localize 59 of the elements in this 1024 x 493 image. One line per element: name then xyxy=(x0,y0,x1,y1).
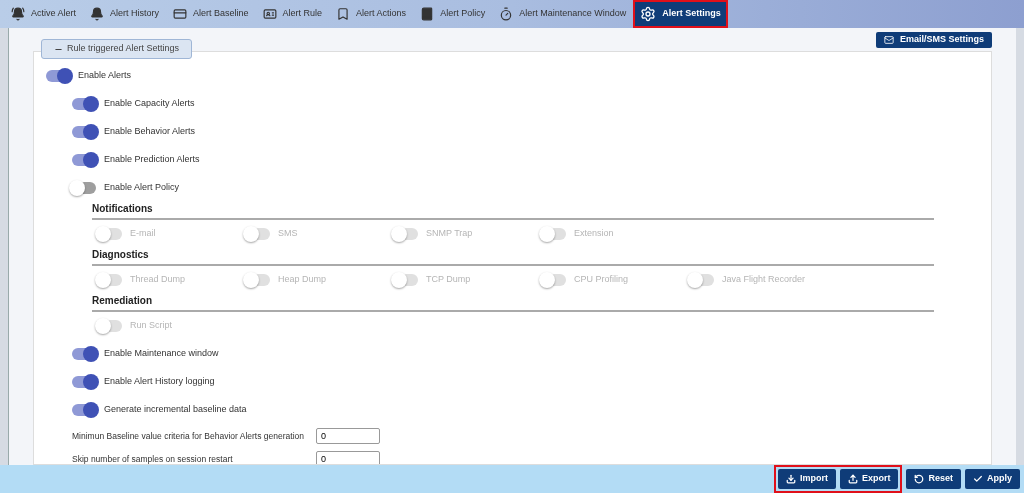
tab[interactable]: Alert Settings xyxy=(633,0,728,28)
number-field[interactable]: 0 xyxy=(316,427,380,444)
toggle-label: Thread Dump xyxy=(130,273,186,287)
section-heading: Remediation xyxy=(92,294,934,312)
export-button[interactable]: Export xyxy=(839,469,899,489)
card-icon xyxy=(173,7,188,21)
toggle-label: Heap Dump xyxy=(278,273,327,287)
toggle-switch[interactable] xyxy=(72,98,96,110)
tab[interactable]: Alert Baseline xyxy=(166,0,256,28)
toggle-switch[interactable] xyxy=(72,376,96,388)
toggle-label: TCP Dump xyxy=(426,273,471,287)
book-icon xyxy=(420,7,435,21)
toggle-label: SNMP Trap xyxy=(426,227,473,241)
toggle-switch[interactable] xyxy=(72,126,96,138)
toggle-label: Enable Maintenance window xyxy=(104,347,219,361)
toggle-label: Enable Alert History logging xyxy=(104,375,215,389)
download-icon xyxy=(785,474,796,484)
email-sms-settings-button[interactable]: Email/SMS Settings xyxy=(875,32,992,48)
id-card-icon xyxy=(262,7,277,21)
tab[interactable]: Alert Policy xyxy=(413,0,493,28)
toggle-label: Enable Alerts xyxy=(78,69,132,83)
tab[interactable]: Alert Maintenance Window xyxy=(492,0,634,28)
toggle-label: Run Script xyxy=(130,319,173,333)
undo-icon xyxy=(914,474,925,484)
toggle-switch[interactable] xyxy=(72,182,96,194)
import-button[interactable]: Import xyxy=(777,469,836,489)
bookmark-icon xyxy=(336,7,351,21)
settings-icon xyxy=(640,6,657,22)
toggle-switch[interactable] xyxy=(72,154,96,166)
toggle-label: Enable Alert Policy xyxy=(104,181,180,195)
tab[interactable]: Alert History xyxy=(83,0,167,28)
toggle-label: Enable Prediction Alerts xyxy=(104,153,200,167)
toggle-label: Enable Capacity Alerts xyxy=(104,97,195,111)
tab[interactable]: Alert Rule xyxy=(255,0,330,28)
toggle-switch[interactable] xyxy=(72,404,96,416)
timer-icon xyxy=(499,7,514,21)
section-heading: Diagnostics xyxy=(92,248,934,266)
toggle-label: CPU Profiling xyxy=(574,273,629,287)
tab[interactable]: Active Alert xyxy=(4,0,84,28)
check-icon xyxy=(973,474,983,484)
reset-button[interactable]: Reset xyxy=(906,469,961,489)
toggle-switch[interactable] xyxy=(72,348,96,360)
apply-button[interactable]: Apply xyxy=(965,469,1020,489)
upload-icon xyxy=(847,474,858,484)
mail-icon xyxy=(883,35,894,45)
tab[interactable]: Alert Actions xyxy=(329,0,414,28)
toggle-label: SMS xyxy=(278,227,298,241)
toggle-label: Generate incremental baseline data xyxy=(104,403,247,417)
toggle-label: Java Flight Recorder xyxy=(722,273,806,287)
toggle-label: Enable Behavior Alerts xyxy=(104,125,196,139)
collapse-legend-button[interactable]: Rule triggered Alert Settings xyxy=(41,39,193,59)
bell-icon xyxy=(90,7,105,21)
field-label: Minimun Baseline value criteria for Behavior Alerts generation xyxy=(72,429,305,442)
bell-ring-icon xyxy=(11,7,25,21)
toggle-label: Extension xyxy=(574,227,614,241)
section-heading: Notifications xyxy=(92,202,934,220)
toggle-label: E-mail xyxy=(130,227,156,241)
field-label: Skip number of samples on session restart xyxy=(72,452,234,464)
toggle-switch[interactable] xyxy=(46,70,70,82)
